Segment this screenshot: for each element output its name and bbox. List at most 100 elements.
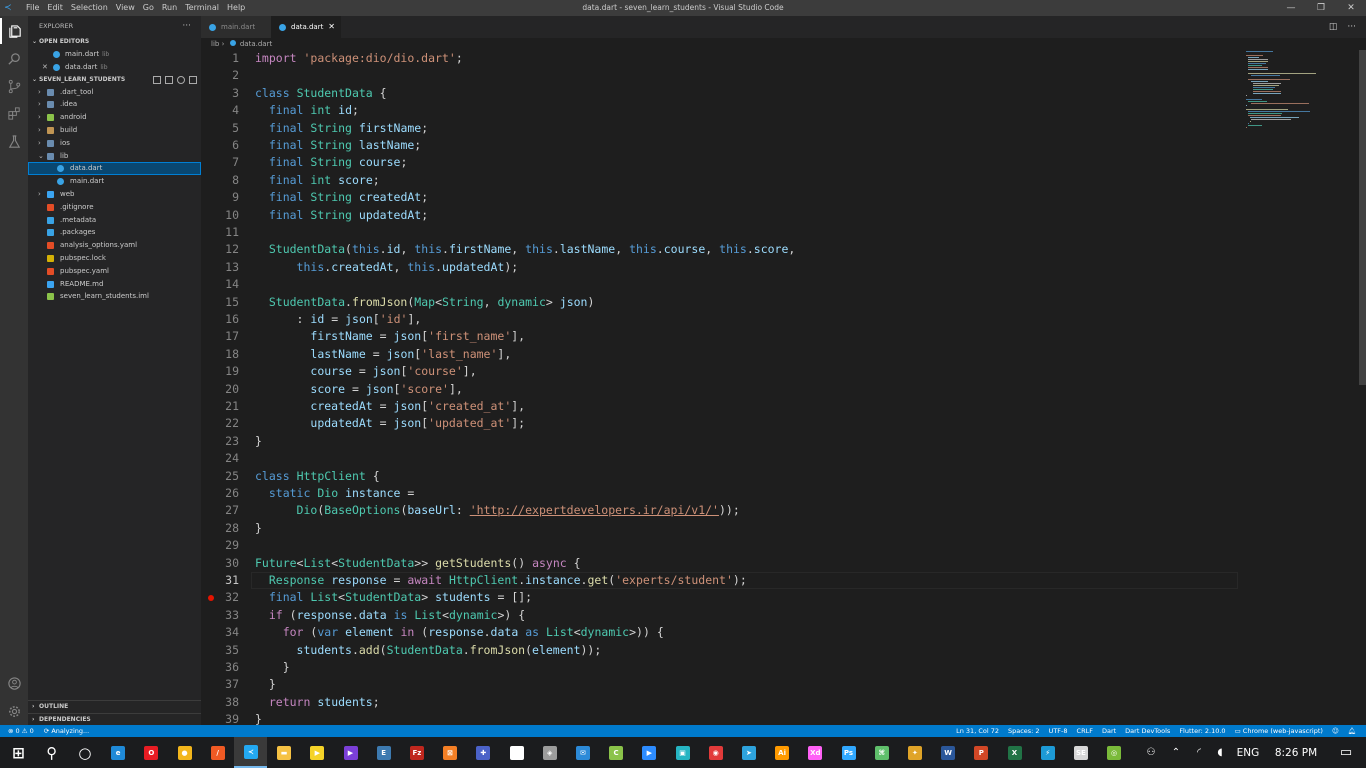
tree-folder[interactable]: › .idea bbox=[28, 98, 201, 111]
account-icon[interactable] bbox=[0, 670, 28, 696]
taskbar-opera[interactable]: O bbox=[135, 737, 168, 768]
line-number[interactable]: 1 bbox=[201, 50, 239, 67]
wifi-icon[interactable]: ◜ bbox=[1188, 747, 1210, 758]
tree-file[interactable]: pubspec.yaml bbox=[28, 265, 201, 278]
scrollbar-thumb[interactable] bbox=[1359, 50, 1366, 385]
line-number[interactable]: 6 bbox=[201, 137, 239, 154]
restore-icon[interactable]: ❐ bbox=[1306, 0, 1336, 16]
split-editor-icon[interactable]: ◫ bbox=[1329, 16, 1338, 38]
open-editor-item[interactable]: main.dart lib bbox=[28, 48, 201, 61]
open-editor-item[interactable]: ✕ data.dart lib bbox=[28, 61, 201, 74]
language-indicator[interactable]: ENG bbox=[1230, 747, 1266, 759]
settings-gear-icon[interactable] bbox=[0, 698, 28, 724]
tree-file[interactable]: main.dart bbox=[28, 175, 201, 188]
extensions-icon[interactable] bbox=[0, 100, 28, 126]
line-number[interactable]: 31 bbox=[201, 572, 239, 589]
tree-file[interactable]: .packages bbox=[28, 226, 201, 239]
taskbar-excel[interactable]: X bbox=[998, 737, 1031, 768]
taskbar-app-cube[interactable]: ◈ bbox=[533, 737, 566, 768]
tree-file[interactable]: pubspec.lock bbox=[28, 252, 201, 265]
taskbar-filezilla[interactable]: Fz bbox=[400, 737, 433, 768]
source-control-icon[interactable] bbox=[0, 73, 28, 99]
taskbar-app-dots[interactable]: ◉ bbox=[699, 737, 732, 768]
action-center-icon[interactable]: ▭ bbox=[1326, 745, 1366, 760]
explorer-icon[interactable] bbox=[0, 18, 28, 44]
volume-icon[interactable]: ◖ bbox=[1210, 747, 1230, 758]
feedback-icon[interactable]: ☺ bbox=[1332, 725, 1339, 737]
testing-flask-icon[interactable] bbox=[0, 128, 28, 154]
line-number[interactable]: 16 bbox=[201, 311, 239, 328]
line-number[interactable]: 2 bbox=[201, 67, 239, 84]
project-header[interactable]: ⌄ SEVEN_LEARN_STUDENTS bbox=[28, 74, 201, 86]
vertical-scrollbar[interactable] bbox=[1359, 50, 1366, 725]
breadcrumb-item-lib[interactable]: lib bbox=[211, 40, 219, 48]
tree-folder[interactable]: › .dart_tool bbox=[28, 86, 201, 99]
line-number[interactable]: 33 bbox=[201, 607, 239, 624]
line-number[interactable]: 18 bbox=[201, 346, 239, 363]
tree-folder[interactable]: › ios bbox=[28, 137, 201, 150]
line-number[interactable]: 10 bbox=[201, 207, 239, 224]
breadcrumb-item-file[interactable]: data.dart bbox=[240, 40, 272, 48]
taskbar-app-grid[interactable]: ▦ bbox=[500, 737, 533, 768]
tab-data-dart[interactable]: data.dart ✕ bbox=[271, 16, 341, 38]
line-number[interactable]: 21 bbox=[201, 398, 239, 415]
tree-file[interactable]: .metadata bbox=[28, 214, 201, 227]
taskbar-app-orbit[interactable]: ◎ bbox=[1098, 737, 1131, 768]
tree-file[interactable]: seven_learn_students.iml bbox=[28, 290, 201, 303]
menu-item-selection[interactable]: Selection bbox=[67, 0, 112, 16]
menu-item-run[interactable]: Run bbox=[158, 0, 181, 16]
taskbar-zoom[interactable]: ▶ bbox=[633, 737, 666, 768]
taskbar-app-box[interactable]: SE bbox=[1064, 737, 1097, 768]
language-mode[interactable]: Dart bbox=[1102, 725, 1116, 737]
clock[interactable]: 8:26 PM bbox=[1266, 747, 1326, 759]
taskbar-terminal[interactable]: E bbox=[367, 737, 400, 768]
line-number[interactable]: 39 bbox=[201, 711, 239, 725]
people-icon[interactable]: ⚇ bbox=[1138, 747, 1164, 758]
line-number[interactable]: 13 bbox=[201, 259, 239, 276]
line-number[interactable]: 14 bbox=[201, 276, 239, 293]
line-number[interactable]: 23 bbox=[201, 433, 239, 450]
more-actions-icon[interactable]: ··· bbox=[182, 16, 191, 36]
line-number[interactable]: 19 bbox=[201, 363, 239, 380]
tree-folder[interactable]: ⌄ lib bbox=[28, 150, 201, 163]
minimize-icon[interactable]: — bbox=[1276, 0, 1306, 16]
line-number[interactable]: 25 bbox=[201, 468, 239, 485]
device-selector[interactable]: ▭ Chrome (web-javascript) bbox=[1235, 725, 1323, 737]
tree-folder[interactable]: › build bbox=[28, 124, 201, 137]
taskbar-app-teal[interactable]: ▣ bbox=[666, 737, 699, 768]
menu-item-file[interactable]: File bbox=[22, 0, 43, 16]
dart-devtools-button[interactable]: Dart DevTools bbox=[1125, 725, 1170, 737]
taskbar-edge[interactable]: e bbox=[102, 737, 135, 768]
menu-item-go[interactable]: Go bbox=[139, 0, 158, 16]
menu-item-edit[interactable]: Edit bbox=[43, 0, 67, 16]
taskbar-powerpoint[interactable]: P bbox=[965, 737, 998, 768]
encoding-status[interactable]: UTF-8 bbox=[1049, 725, 1068, 737]
open-editors-header[interactable]: ⌄ OPEN EDITORS bbox=[28, 36, 201, 48]
line-number[interactable]: 36 bbox=[201, 659, 239, 676]
taskbar-media-player[interactable]: ▶ bbox=[301, 737, 334, 768]
eol-status[interactable]: CRLF bbox=[1077, 725, 1093, 737]
taskbar-android-studio[interactable]: C bbox=[600, 737, 633, 768]
line-number[interactable]: 32 bbox=[201, 589, 239, 606]
line-number[interactable]: 15 bbox=[201, 294, 239, 311]
line-number[interactable]: 4 bbox=[201, 102, 239, 119]
taskbar-search[interactable]: ⚲ bbox=[35, 737, 68, 768]
line-number[interactable]: 37 bbox=[201, 676, 239, 693]
notifications-bell-icon[interactable]: 🔔︎ bbox=[1348, 725, 1356, 737]
taskbar-xampp[interactable]: ⊠ bbox=[434, 737, 467, 768]
line-number[interactable]: 29 bbox=[201, 537, 239, 554]
taskbar-cortana[interactable]: ○ bbox=[68, 737, 101, 768]
line-number[interactable]: 38 bbox=[201, 694, 239, 711]
tab-main-dart[interactable]: main.dart bbox=[201, 16, 271, 38]
code-area[interactable]: import 'package:dio/dio.dart'; class Stud… bbox=[255, 50, 1255, 725]
line-number[interactable]: 20 bbox=[201, 381, 239, 398]
line-number[interactable]: 9 bbox=[201, 189, 239, 206]
tray-chevron-up-icon[interactable]: ⌃ bbox=[1164, 747, 1188, 758]
taskbar-chrome[interactable]: ● bbox=[168, 737, 201, 768]
line-number[interactable]: 27 bbox=[201, 502, 239, 519]
flutter-version[interactable]: Flutter: 2.10.0 bbox=[1179, 725, 1225, 737]
refresh-icon[interactable] bbox=[177, 75, 185, 84]
taskbar-app-blue[interactable]: ✚ bbox=[467, 737, 500, 768]
taskbar-app-xml[interactable]: ⌘ bbox=[865, 737, 898, 768]
taskbar-xd[interactable]: Xd bbox=[799, 737, 832, 768]
